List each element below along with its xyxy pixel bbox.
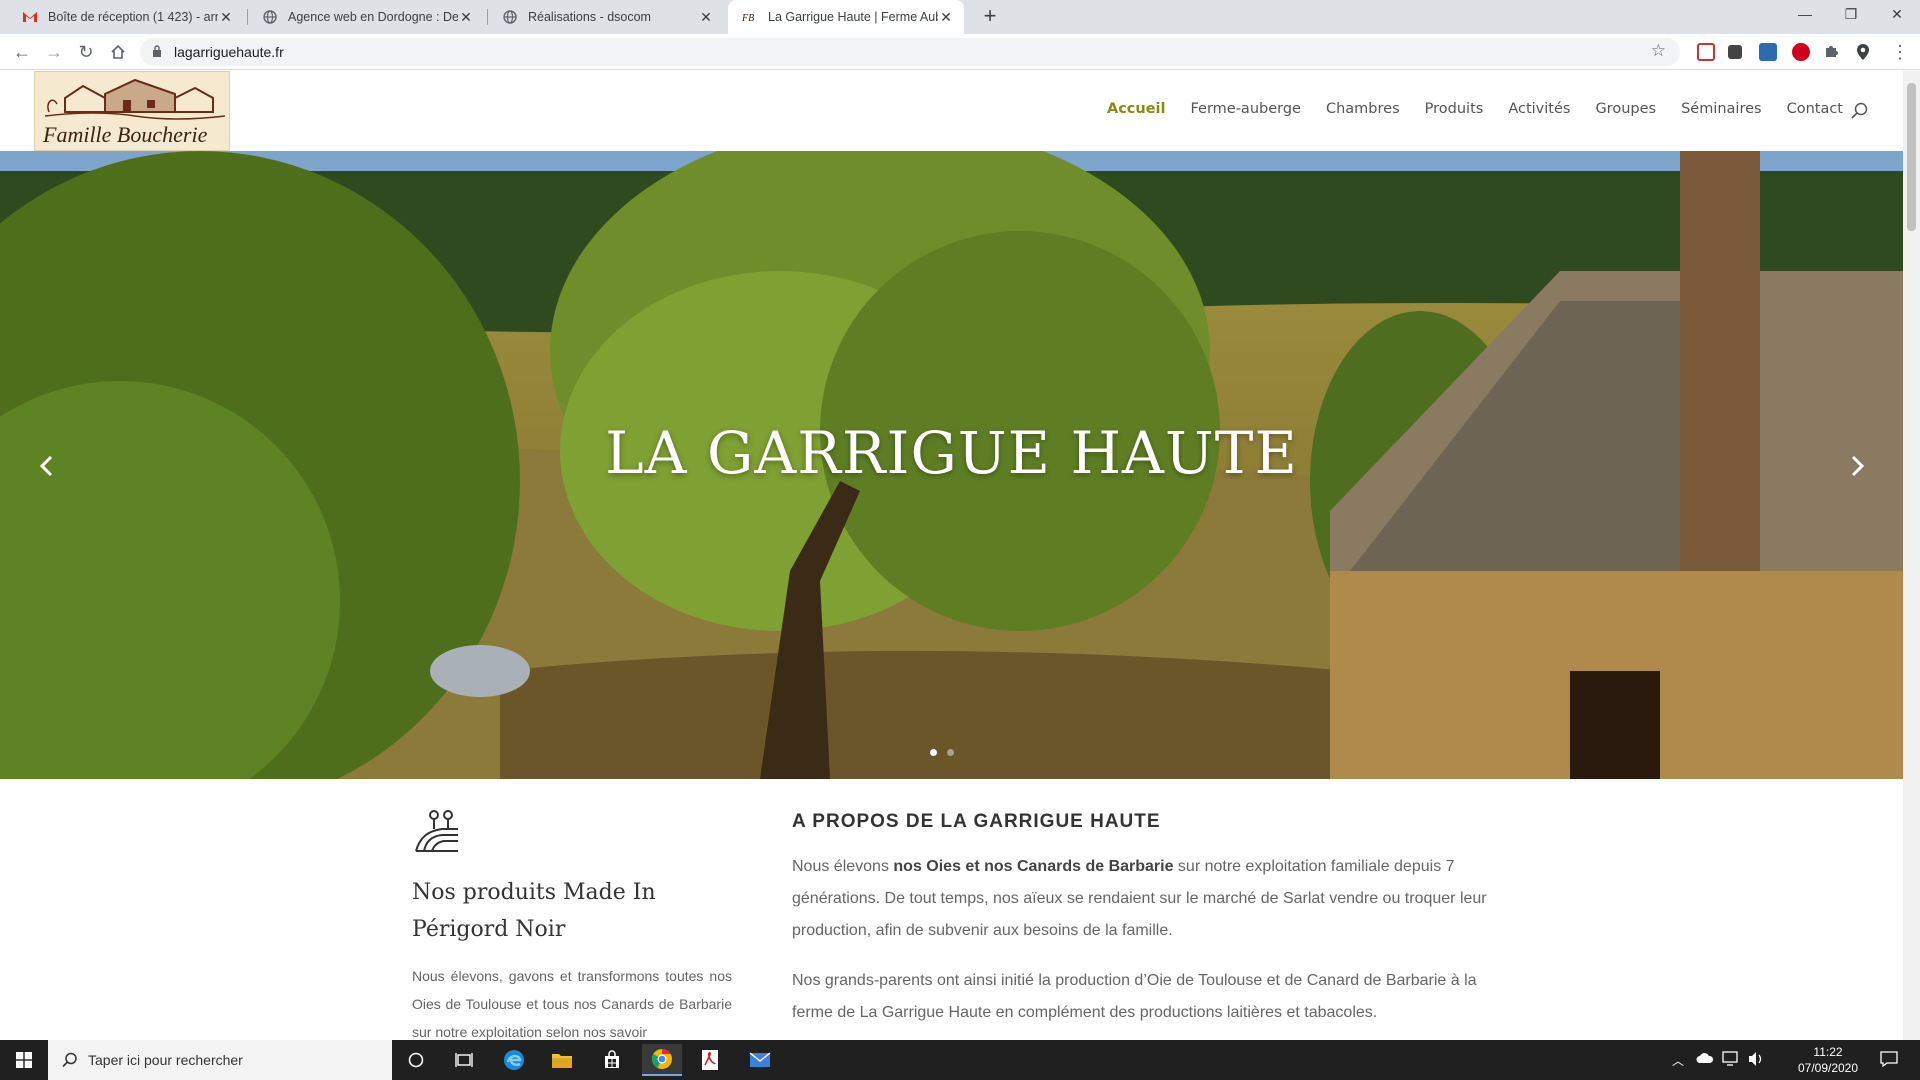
scrollbar-thumb[interactable] — [1907, 83, 1916, 231]
close-tab-icon[interactable]: ✕ — [458, 9, 474, 26]
task-view-icon[interactable] — [444, 1044, 484, 1076]
products-text: Nous élevons, gavons et transformons tou… — [412, 968, 732, 1040]
address-bar[interactable]: lagarriguehaute.fr ☆ — [140, 38, 1680, 66]
about-text: Nous élevons — [792, 858, 894, 875]
about-paragraph-1: Nous élevons nos Oies et nos Canards de … — [792, 851, 1492, 947]
nav-item-produits[interactable]: Produits — [1425, 101, 1484, 117]
puzzle-extensions-icon[interactable] — [1823, 43, 1841, 61]
tray-overflow-icon[interactable]: ︿ — [1672, 1052, 1684, 1069]
hero-title: LA GARRIGUE HAUTE — [605, 419, 1298, 487]
nav-item-accueil[interactable]: Accueil — [1107, 101, 1166, 117]
onedrive-icon[interactable] — [1696, 1052, 1714, 1067]
farm-field-icon — [415, 810, 458, 852]
taskbar-search-placeholder: Taper ici pour rechercher — [88, 1052, 243, 1068]
close-tab-icon[interactable]: ✕ — [698, 9, 714, 26]
clock-date: 07/09/2020 — [1797, 1061, 1859, 1075]
products-title: Nos produits Made In Périgord Noir — [412, 880, 656, 942]
menu-dots-icon[interactable]: ⋮ — [1888, 40, 1912, 64]
nav-item-activites[interactable]: Activités — [1508, 101, 1570, 117]
about-bold-text: nos Oies et nos Canards de Barbarie — [893, 858, 1174, 875]
extension-icon[interactable] — [1759, 43, 1777, 61]
site-logo[interactable]: Famille Boucherie — [34, 71, 230, 151]
slider-next-arrow-icon[interactable] — [1842, 451, 1872, 481]
nav-item-contact[interactable]: Contact — [1787, 101, 1843, 117]
volume-icon[interactable] — [1748, 1051, 1766, 1070]
windows-logo-icon — [16, 1052, 32, 1068]
start-button[interactable] — [0, 1040, 48, 1080]
home-icon[interactable] — [106, 40, 130, 64]
main-nav: Accueil Ferme-auberge Chambres Produits … — [1082, 101, 1843, 117]
search-icon[interactable] — [1851, 102, 1869, 120]
new-tab-button[interactable]: + — [978, 5, 1002, 29]
tab-gmail[interactable]: Boîte de réception (1 423) - arnau ✕ — [8, 0, 244, 34]
tab-title: La Garrigue Haute | Ferme Aube — [768, 10, 938, 24]
about-column: A PROPOS DE LA GARRIGUE HAUTE Nous élevo… — [792, 811, 1492, 1029]
nav-item-groupes[interactable]: Groupes — [1595, 101, 1656, 117]
site-header: Famille Boucherie Accueil Ferme-auberge … — [0, 71, 1903, 151]
pen-extension-icon[interactable] — [1728, 45, 1742, 59]
location-extension-icon[interactable] — [1855, 43, 1873, 61]
about-heading: A PROPOS DE LA GARRIGUE HAUTE — [792, 811, 1161, 832]
products-column: Nos produits Made In Périgord Noir Nous … — [412, 807, 732, 1040]
browser-tab-bar: Boîte de réception (1 423) - arnau ✕ Age… — [0, 0, 1920, 34]
farmhouse-illustration — [35, 72, 229, 128]
back-arrow-icon[interactable]: ← — [10, 40, 34, 64]
adblock-icon[interactable] — [1792, 43, 1810, 61]
acrobat-icon[interactable] — [690, 1044, 730, 1076]
url-text: lagarriguehaute.fr — [174, 44, 284, 60]
close-tab-icon[interactable]: ✕ — [218, 9, 234, 26]
notifications-icon[interactable] — [1880, 1051, 1898, 1070]
nav-item-chambres[interactable]: Chambres — [1326, 101, 1400, 117]
pocket-extension-icon[interactable] — [1697, 43, 1715, 61]
nav-item-seminaires[interactable]: Séminaires — [1681, 101, 1762, 117]
tab-title: Réalisations - dsocom — [528, 10, 651, 24]
tab-title: Agence web en Dordogne : Desti — [288, 10, 458, 24]
maximize-button[interactable]: ❐ — [1828, 0, 1874, 30]
search-icon — [62, 1052, 77, 1068]
clock-time: 11:22 — [1813, 1045, 1843, 1059]
web-page: Famille Boucherie Accueil Ferme-auberge … — [0, 71, 1903, 1040]
chrome-taskbar-icon[interactable] — [642, 1044, 682, 1076]
nav-item-ferme-auberge[interactable]: Ferme-auberge — [1190, 101, 1301, 117]
cortana-icon[interactable] — [396, 1044, 436, 1076]
gmail-icon — [22, 9, 38, 25]
tab-title: Boîte de réception (1 423) - arnau — [48, 10, 218, 24]
lock-icon — [153, 45, 161, 57]
logo-text: Famille Boucherie — [43, 122, 208, 147]
slider-dots — [930, 749, 954, 756]
tab-agence[interactable]: Agence web en Dordogne : Desti ✕ — [248, 0, 484, 34]
edge-icon[interactable] — [494, 1044, 534, 1076]
page-scrollbar[interactable] — [1903, 71, 1920, 1040]
about-paragraph-2: Nos grands-parents ont ainsi initié la p… — [792, 972, 1477, 1021]
store-icon[interactable] — [592, 1044, 632, 1076]
slider-prev-arrow-icon[interactable] — [32, 451, 62, 481]
site-favicon: FB — [742, 9, 758, 25]
mail-icon[interactable] — [740, 1044, 780, 1076]
network-icon[interactable] — [1722, 1051, 1740, 1070]
globe-icon — [502, 9, 518, 25]
svg-text:FB: FB — [742, 13, 754, 22]
hero-slider: LA GARRIGUE HAUTE — [0, 151, 1903, 779]
close-tab-icon[interactable]: ✕ — [938, 9, 954, 26]
minimize-button[interactable]: — — [1782, 0, 1828, 30]
globe-icon — [262, 9, 278, 25]
browser-toolbar: ← → ↻ lagarriguehaute.fr ☆ ⋮ — [0, 34, 1920, 70]
tab-realisations[interactable]: Réalisations - dsocom ✕ — [488, 0, 724, 34]
taskbar-search-box[interactable]: Taper ici pour rechercher — [48, 1040, 392, 1080]
windows-taskbar: Taper ici pour rechercher ︿ 11:22 07/09/… — [0, 1040, 1920, 1080]
slider-dot-1[interactable] — [930, 749, 937, 756]
close-window-button[interactable]: ✕ — [1874, 0, 1920, 30]
tab-garrigue-active[interactable]: FB La Garrigue Haute | Ferme Aube ✕ — [728, 0, 964, 34]
forward-arrow-icon[interactable]: → — [42, 40, 66, 64]
file-explorer-icon[interactable] — [542, 1044, 582, 1076]
bookmark-star-icon[interactable]: ☆ — [1651, 41, 1666, 61]
content-section: Nos produits Made In Périgord Noir Nous … — [0, 779, 1903, 1040]
system-clock[interactable]: 11:22 07/09/2020 — [1788, 1044, 1868, 1076]
reload-icon[interactable]: ↻ — [74, 40, 98, 64]
slider-dot-2[interactable] — [947, 749, 954, 756]
